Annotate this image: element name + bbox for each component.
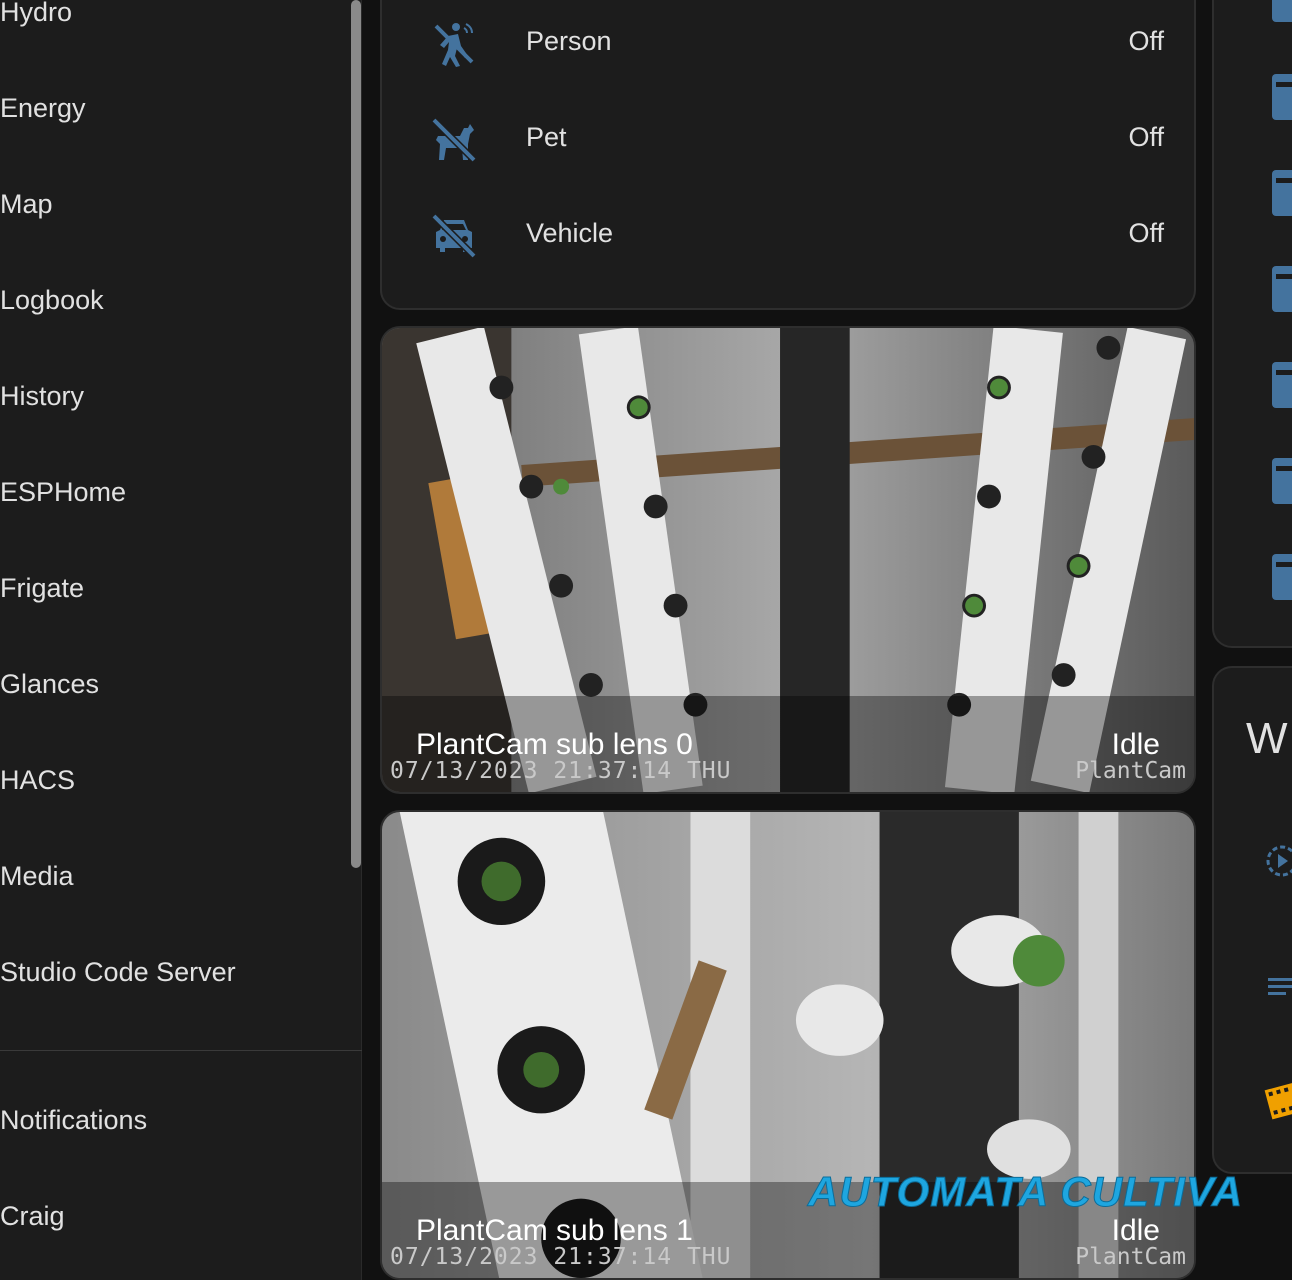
sidebar-item-hacs[interactable]: HACS: [0, 764, 75, 796]
pet-off-icon: [431, 117, 477, 163]
calendar-icon[interactable]: [1270, 266, 1292, 312]
entity-state: Off: [1128, 26, 1164, 56]
camera-brand-overlay: PlantCam: [1075, 758, 1186, 784]
calendar-icon[interactable]: [1270, 458, 1292, 504]
watermark-logo: AUTOMATA CULTIVA: [807, 1168, 1244, 1216]
sidebar-item-frigate[interactable]: Frigate: [0, 572, 84, 604]
calendar-icon[interactable]: [1270, 0, 1292, 26]
sidebar-item-notifications[interactable]: Notifications: [0, 1104, 147, 1136]
sidebar-item-media[interactable]: Media: [0, 860, 74, 892]
sidebar-item-profile[interactable]: Craig: [0, 1200, 65, 1232]
sidebar: Hydro Energy Map Logbook History ESPHome…: [0, 0, 362, 1280]
entity-name: Vehicle: [526, 218, 614, 248]
calendar-icon[interactable]: [1270, 554, 1292, 600]
entity-state: Off: [1128, 218, 1164, 248]
sidebar-scrollbar[interactable]: [351, 0, 361, 868]
film-icon[interactable]: [1264, 1078, 1292, 1122]
camera-name: PlantCam sub lens 0: [416, 728, 693, 761]
entity-row-pet[interactable]: Pet Off: [382, 94, 1194, 190]
entity-name: Person: [526, 26, 612, 56]
sidebar-item-hydro[interactable]: Hydro: [0, 0, 72, 28]
sidebar-item-glances[interactable]: Glances: [0, 668, 99, 700]
camera-card-lens-0[interactable]: PlantCam sub lens 0 Idle 07/13/2023 21:3…: [380, 326, 1196, 794]
sidebar-item-esphome[interactable]: ESPHome: [0, 476, 126, 508]
vehicle-off-icon: [431, 213, 477, 259]
list-icon[interactable]: [1264, 966, 1292, 1006]
sidebar-item-studio-code-server[interactable]: Studio Code Server: [0, 956, 236, 988]
camera-timestamp-overlay: 07/13/2023 21:37:14 THU: [390, 1244, 732, 1270]
card-heading-fragment: W: [1246, 714, 1288, 763]
sidebar-item-logbook[interactable]: Logbook: [0, 284, 104, 316]
entity-row-vehicle[interactable]: Vehicle Off: [382, 190, 1194, 286]
entity-state: Off: [1128, 122, 1164, 152]
sidebar-item-map[interactable]: Map: [0, 188, 53, 220]
entity-name: Pet: [526, 122, 567, 152]
camera-name: PlantCam sub lens 1: [416, 1214, 693, 1247]
calendar-icon[interactable]: [1270, 362, 1292, 408]
camera-state: Idle: [1111, 728, 1160, 761]
camera-state: Idle: [1111, 1214, 1160, 1247]
person-off-icon: [434, 23, 474, 67]
camera-brand-overlay: PlantCam: [1075, 1244, 1186, 1270]
sidebar-divider: [0, 1050, 362, 1051]
entity-row-person[interactable]: Person Off: [382, 0, 1194, 94]
camera-timestamp-overlay: 07/13/2023 21:37:14 THU: [390, 758, 732, 784]
calendar-icon[interactable]: [1270, 74, 1292, 120]
sidebar-item-energy[interactable]: Energy: [0, 92, 86, 124]
object-detection-card: Person Off Pet Off Vehicle Off: [380, 0, 1196, 310]
calendar-icon[interactable]: [1270, 170, 1292, 216]
sidebar-item-history[interactable]: History: [0, 380, 84, 412]
play-circle-icon[interactable]: [1264, 838, 1292, 884]
